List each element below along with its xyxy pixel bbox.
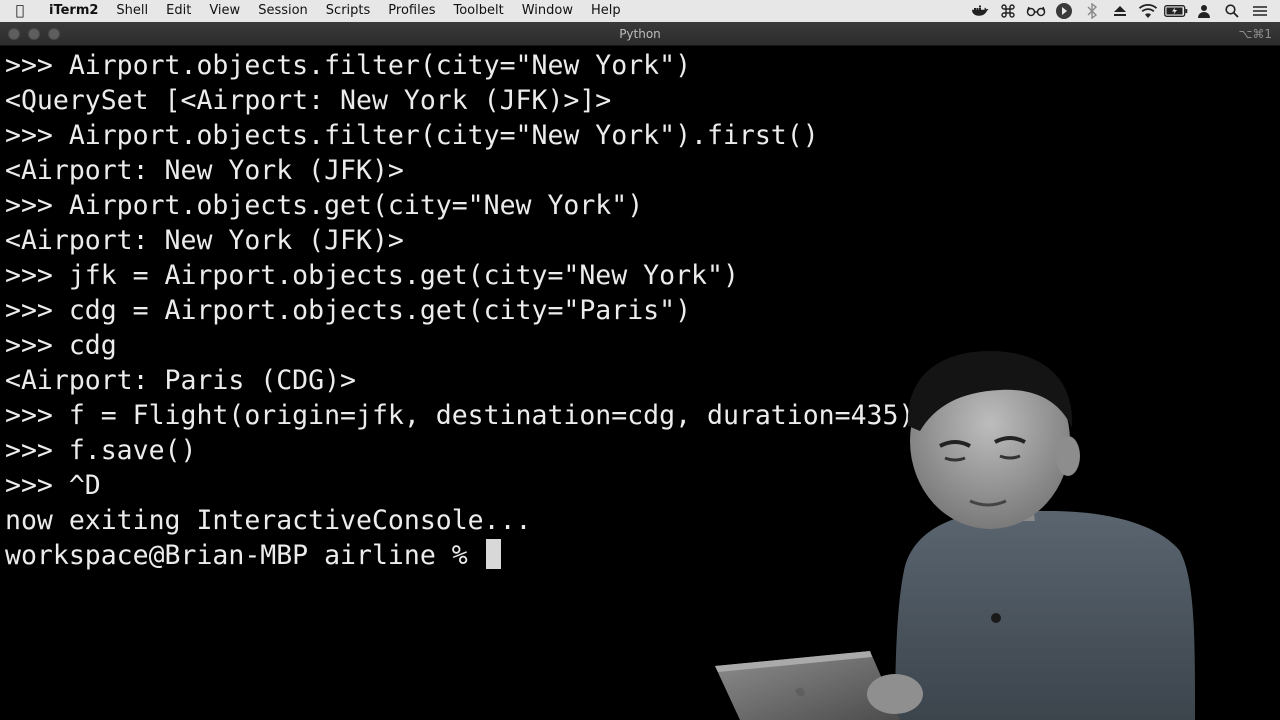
- terminal-line: <Airport: New York (JFK)>: [5, 225, 404, 256]
- media-icon[interactable]: [1050, 0, 1078, 22]
- menu-app-iterm2[interactable]: iTerm2: [40, 0, 107, 22]
- text-cursor: [485, 539, 501, 569]
- menu-session[interactable]: Session: [249, 0, 317, 22]
- menu-shell[interactable]: Shell: [107, 0, 157, 22]
- presenter-image: [715, 351, 1195, 720]
- wifi-icon[interactable]: [1134, 0, 1162, 22]
- command-icon[interactable]: [994, 0, 1022, 22]
- menu-toolbelt[interactable]: Toolbelt: [444, 0, 512, 22]
- menu-edit[interactable]: Edit: [157, 0, 200, 22]
- search-icon[interactable]: [1218, 0, 1246, 22]
- docker-icon[interactable]: [966, 0, 994, 22]
- shell-prompt: workspace@Brian-MBP airline %: [5, 540, 484, 571]
- terminal-line: >>> Airport.objects.get(city="New York"): [5, 190, 644, 221]
- terminal-line: >>> Airport.objects.filter(city="New Yor…: [5, 50, 692, 81]
- status-bar: [966, 0, 1274, 22]
- glasses-icon[interactable]: [1022, 0, 1050, 22]
- terminal-pane[interactable]: >>> Airport.objects.filter(city="New Yor…: [0, 46, 1280, 720]
- window-title: Python: [619, 27, 661, 41]
- control-center-icon[interactable]: [1246, 0, 1274, 22]
- bluetooth-icon[interactable]: [1078, 0, 1106, 22]
- menu-help[interactable]: Help: [582, 0, 630, 22]
- menu-window[interactable]: Window: [513, 0, 582, 22]
- terminal-line: <Airport: New York (JFK)>: [5, 155, 404, 186]
- window-shortcut-label: ⌥⌘1: [1238, 27, 1272, 41]
- window-title-bar[interactable]: Python ⌥⌘1: [0, 22, 1280, 46]
- battery-icon[interactable]: [1162, 0, 1190, 22]
- terminal-line: <QuerySet [<Airport: New York (JFK)>]>: [5, 85, 612, 116]
- user-icon[interactable]: [1190, 0, 1218, 22]
- menu-bar:  iTerm2 Shell Edit View Session Scripts…: [0, 0, 1280, 22]
- menu-profiles[interactable]: Profiles: [379, 0, 444, 22]
- eject-icon[interactable]: [1106, 0, 1134, 22]
- terminal-line: >>> jfk = Airport.objects.get(city="New …: [5, 260, 739, 291]
- menu-scripts[interactable]: Scripts: [317, 0, 379, 22]
- menu-view[interactable]: View: [200, 0, 249, 22]
- terminal-line: >>> Airport.objects.filter(city="New Yor…: [5, 120, 819, 151]
- apple-menu-icon[interactable]: : [0, 3, 40, 19]
